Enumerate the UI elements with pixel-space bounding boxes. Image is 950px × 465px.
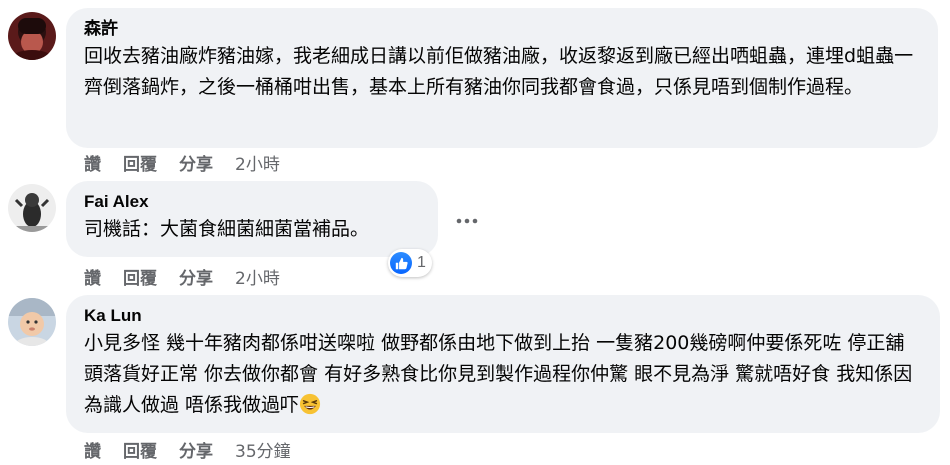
reply-button[interactable]: 回覆 — [123, 437, 157, 462]
comment-text-content: 小見多怪 幾十年豬肉都係咁送㗎啦 做野都係由地下做到上抬 一隻豬200幾磅啊仲要… — [84, 332, 913, 416]
reaction-summary[interactable]: 1 — [388, 249, 432, 277]
like-icon — [390, 252, 412, 274]
avatar-image-icon — [8, 298, 56, 346]
grinning-squinting-face-icon — [299, 393, 321, 415]
comment-bubble: Ka Lun 小見多怪 幾十年豬肉都係咁送㗎啦 做野都係由地下做到上抬 一隻豬2… — [66, 295, 940, 433]
avatar-image-icon — [8, 184, 56, 232]
comment-bubble: Fai Alex 司機話：大菌食細菌細菌當補品。 — [66, 181, 438, 257]
comment-actions: 讚 回覆 分享 2小時 — [84, 150, 280, 175]
share-button[interactable]: 分享 — [179, 150, 213, 175]
like-button[interactable]: 讚 — [84, 264, 101, 289]
avatar[interactable] — [8, 12, 56, 60]
comment-text: 回收去豬油廠炸豬油嫁，我老細成日講以前佢做豬油廠，收返黎返到廠已經出哂蛆蟲，連埋… — [84, 45, 914, 98]
comment-author[interactable]: 森許 — [84, 18, 920, 40]
reply-button[interactable]: 回覆 — [123, 150, 157, 175]
comment-author[interactable]: Ka Lun — [84, 305, 922, 327]
avatar[interactable] — [8, 184, 56, 232]
comment-actions: 讚 回覆 分享 2小時 — [84, 264, 280, 289]
share-button[interactable]: 分享 — [179, 264, 213, 289]
reaction-count: 1 — [417, 254, 426, 271]
comment-timestamp[interactable]: 2小時 — [235, 264, 280, 289]
comment-author[interactable]: Fai Alex — [84, 191, 420, 213]
more-options-button[interactable] — [452, 206, 482, 236]
reply-button[interactable]: 回覆 — [123, 264, 157, 289]
comment-bubble: 森許 回收去豬油廠炸豬油嫁，我老細成日講以前佢做豬油廠，收返黎返到廠已經出哂蛆蟲… — [66, 8, 938, 148]
comment-actions: 讚 回覆 分享 35分鐘 — [84, 437, 291, 462]
more-icon — [456, 218, 478, 224]
avatar-image-icon — [8, 12, 56, 60]
like-button[interactable]: 讚 — [84, 437, 101, 462]
avatar[interactable] — [8, 298, 56, 346]
comment-text: 司機話：大菌食細菌細菌當補品。 — [84, 218, 370, 240]
comment-text: 小見多怪 幾十年豬肉都係咁送㗎啦 做野都係由地下做到上抬 一隻豬200幾磅啊仲要… — [84, 328, 922, 421]
comment-timestamp[interactable]: 35分鐘 — [235, 437, 291, 462]
share-button[interactable]: 分享 — [179, 437, 213, 462]
like-button[interactable]: 讚 — [84, 150, 101, 175]
comment-timestamp[interactable]: 2小時 — [235, 150, 280, 175]
